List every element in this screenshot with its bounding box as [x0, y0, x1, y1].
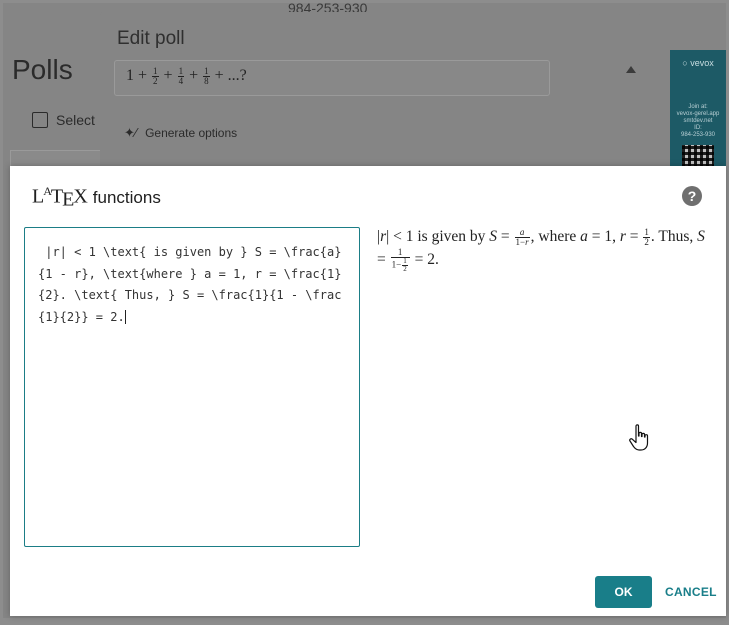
modal-title-text: functions: [92, 187, 161, 207]
hand-pointer-icon: [629, 424, 649, 451]
select-all-label: Select: [56, 112, 95, 128]
side-panel: ○ vevox Join at: vevox-gerel.app smtdev.…: [670, 50, 726, 170]
latex-logo: LATEX: [32, 184, 88, 211]
question-field[interactable]: 1 + 12 + 14 + 18 + ...?: [114, 60, 550, 96]
vevox-logo: ○ vevox: [682, 58, 714, 68]
ok-button[interactable]: OK: [595, 576, 652, 608]
latex-functions-modal: LATEX functions ? |r| < 1 \text{ is give…: [10, 166, 726, 616]
generate-options-button[interactable]: ✦∕ Generate options: [124, 125, 237, 141]
generate-options-label: Generate options: [145, 126, 238, 140]
edit-poll-dialog: Edit poll 1 + 12 + 14 + 18 + ...? ✦∕ Gen…: [100, 12, 640, 172]
latex-preview: |r| < 1 is given by S = a 1−r, where a = …: [377, 226, 705, 273]
qr-code-icon: [682, 145, 714, 167]
join-info: Join at: vevox-gerel.app smtdev.net ID: …: [676, 104, 720, 138]
scroll-up-icon[interactable]: [626, 66, 636, 73]
latex-editor-textarea[interactable]: |r| < 1 \text{ is given by } S = \frac{a…: [24, 227, 360, 547]
page-title: Polls: [12, 54, 73, 85]
cancel-button[interactable]: CANCEL: [665, 576, 717, 608]
help-icon[interactable]: ?: [682, 186, 702, 206]
edit-poll-title: Edit poll: [117, 28, 185, 49]
modal-title: LATEX functions: [32, 184, 161, 212]
select-all-checkbox[interactable]: [32, 112, 48, 128]
magic-wand-icon: ✦∕: [124, 125, 138, 140]
text-caret: [124, 310, 126, 324]
select-all-row[interactable]: Select: [32, 112, 95, 128]
